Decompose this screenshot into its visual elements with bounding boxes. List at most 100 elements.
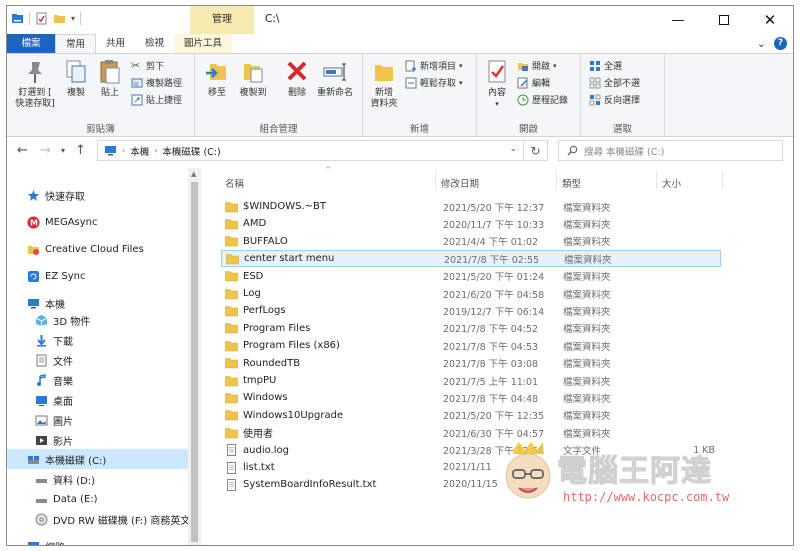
cut-button[interactable]: ✂ 剪下 [131, 59, 164, 72]
maximize-button[interactable] [701, 6, 747, 34]
nav-item-3d-objects[interactable]: 3D 物件 [7, 310, 188, 330]
table-row[interactable]: AMD 2020/11/7 下午 10:33 檔案資料夾 [221, 215, 721, 232]
nav-item-local-disk-c[interactable]: 本機磁碟 (C:) [7, 449, 188, 469]
nav-item-desktop[interactable]: 桌面 [7, 390, 188, 410]
qat-dropdown-icon[interactable]: ▾ [71, 14, 75, 23]
table-row[interactable]: BUFFALO 2021/4/4 下午 01:02 檔案資料夾 [221, 233, 721, 250]
history-icon [517, 94, 529, 105]
properties-icon[interactable] [35, 12, 48, 25]
copy-button[interactable]: 複製 [61, 58, 91, 99]
scrollbar-thumb[interactable] [191, 182, 198, 542]
table-row[interactable]: center start menu 2021/7/8 下午 02:55 檔案資料夾 [221, 250, 721, 268]
properties-button[interactable]: 內容 ▾ [483, 58, 511, 110]
nav-item-music[interactable]: 音樂 [7, 370, 188, 390]
nav-item-pictures[interactable]: 圖片 [7, 410, 188, 430]
tab-home[interactable]: 常用 [55, 34, 97, 53]
file-type: 檔案資料夾 [563, 324, 611, 336]
breadcrumb-item[interactable]: 本機 [130, 144, 149, 158]
paste-shortcut-button[interactable]: 貼上捷徑 [131, 93, 182, 106]
tab-picture-tools[interactable]: 圖片工具 [174, 34, 233, 53]
delete-button[interactable]: 刪除 [283, 58, 311, 99]
nav-item-data-e[interactable]: Data (E:) [7, 489, 188, 509]
nav-item-quick-access[interactable]: 快速存取 [7, 185, 188, 205]
refresh-button[interactable]: ↻ [524, 140, 548, 161]
forward-button[interactable]: → [40, 143, 51, 158]
easy-access-button[interactable]: 輕鬆存取 ▾ [405, 76, 463, 89]
folder-icon [225, 306, 238, 317]
file-name: AMD [243, 218, 267, 230]
table-row[interactable]: Log 2021/6/20 下午 04:58 檔案資料夾 [221, 285, 721, 302]
breadcrumb-item[interactable]: 本機磁碟 (C:) [162, 144, 220, 158]
table-row[interactable]: ESD 2021/5/20 下午 01:24 檔案資料夾 [221, 268, 721, 285]
invert-selection-button[interactable]: 反向選擇 [589, 93, 640, 106]
ez-sync-icon [28, 270, 39, 282]
address-dropdown-icon[interactable]: ⌄ [509, 144, 517, 154]
select-all-button[interactable]: 全選 [589, 59, 622, 72]
close-button[interactable]: ✕ [747, 6, 793, 34]
nav-item-documents[interactable]: 文件 [7, 350, 188, 370]
table-row[interactable]: Program Files 2021/7/8 下午 04:52 檔案資料夾 [221, 320, 721, 337]
new-folder-button[interactable]: 新增 資料夾 [369, 58, 399, 110]
paste-button[interactable]: 貼上 [95, 58, 125, 99]
copy-to-button[interactable]: 複製到 [235, 58, 271, 99]
invert-selection-icon [589, 94, 601, 105]
open-button[interactable]: 開啟 ▾ [517, 59, 557, 72]
minimize-button[interactable]: — [655, 6, 701, 34]
watermark: 電腦王阿達 http://www.kocpc.com.tw [497, 438, 793, 516]
table-row[interactable]: tmpPU 2021/7/5 上午 11:01 檔案資料夾 [221, 372, 721, 389]
file-type: 檔案資料夾 [564, 254, 612, 266]
nav-item-network[interactable]: 網路 [7, 536, 188, 545]
rename-button[interactable]: 重新命名 [313, 58, 357, 99]
nav-item-dvd-f[interactable]: DVD RW 磁碟機 (F:) 商務英文 [7, 509, 188, 529]
tab-file[interactable]: 檔案 [7, 34, 55, 53]
up-button[interactable]: ↑ [75, 143, 86, 158]
nav-item-data-d[interactable]: 資料 (D:) [7, 469, 188, 489]
recent-locations-button[interactable]: ▾ [61, 146, 65, 155]
new-folder-icon[interactable] [53, 12, 66, 25]
address-bar[interactable]: › 本機 › 本機磁碟 (C:) ⌄ [97, 140, 524, 161]
tab-view[interactable]: 檢視 [135, 34, 174, 53]
refresh-icon: ↻ [530, 143, 541, 158]
column-header-date[interactable]: 修改日期 [441, 176, 479, 190]
open-group: 內容 ▾ 開啟 ▾ 編輯 歷程記錄 開啟 [477, 54, 581, 138]
chevron-down-icon: ▾ [61, 146, 66, 155]
mega-icon: M [27, 216, 40, 228]
select-none-button[interactable]: 全部不選 [589, 76, 640, 89]
copy-path-button[interactable]: W 複製路徑 [131, 76, 182, 89]
svg-text:W: W [133, 81, 139, 88]
table-row[interactable]: Windows 2021/7/8 下午 04:48 檔案資料夾 [221, 389, 721, 406]
nav-item-ez-sync[interactable]: EZ Sync [7, 266, 188, 286]
file-name: BUFFALO [243, 235, 288, 247]
table-row[interactable]: Windows10Upgrade 2021/5/20 下午 12:35 檔案資料夾 [221, 407, 721, 424]
nav-item-videos[interactable]: 影片 [7, 430, 188, 450]
drive-icon [28, 455, 39, 464]
new-item-button[interactable]: 新增項目 ▾ [405, 59, 463, 72]
column-header-type[interactable]: 類型 [562, 176, 581, 190]
help-icon[interactable]: ? [774, 37, 787, 50]
table-row[interactable]: $WINDOWS.~BT 2021/5/20 下午 12:37 檔案資料夾 [221, 198, 721, 215]
creative-cloud-icon [28, 245, 39, 255]
column-header-size[interactable]: 大小 [662, 176, 681, 190]
pictures-icon [35, 415, 48, 425]
history-button[interactable]: 歷程記錄 [517, 93, 568, 106]
navigation-scrollbar[interactable]: ▲ [188, 168, 201, 545]
tab-share[interactable]: 共用 [96, 34, 135, 53]
nav-item-creative-cloud[interactable]: Creative Cloud Files [7, 239, 188, 259]
table-row[interactable]: PerfLogs 2019/12/7 下午 06:14 檔案資料夾 [221, 302, 721, 319]
search-box[interactable]: 搜尋 本機磁碟 (C:) [558, 140, 783, 161]
edit-button[interactable]: 編輯 [517, 76, 550, 89]
nav-item-downloads[interactable]: 下載 [7, 330, 188, 350]
star-icon [28, 189, 39, 201]
table-row[interactable]: Program Files (x86) 2021/7/8 下午 04:53 檔案資料… [221, 337, 721, 354]
context-tab-manage[interactable]: 管理 [190, 6, 254, 34]
file-date: 2021/7/8 下午 02:55 [444, 254, 540, 266]
nav-item-megasync[interactable]: M MEGAsync [7, 212, 188, 232]
pin-quick-access-button[interactable]: 釘選到 [ 快速存取] [13, 58, 57, 110]
expand-ribbon-icon[interactable]: ⌄ [757, 37, 766, 50]
file-name: 使用者 [243, 429, 273, 441]
column-header-name[interactable]: 名稱 [225, 176, 244, 190]
table-row[interactable]: RoundedTB 2021/7/8 下午 03:08 檔案資料夾 [221, 355, 721, 372]
back-button[interactable]: ← [17, 143, 28, 158]
scroll-up-icon[interactable]: ▲ [191, 170, 196, 178]
move-to-button[interactable]: 移至 [203, 58, 231, 99]
